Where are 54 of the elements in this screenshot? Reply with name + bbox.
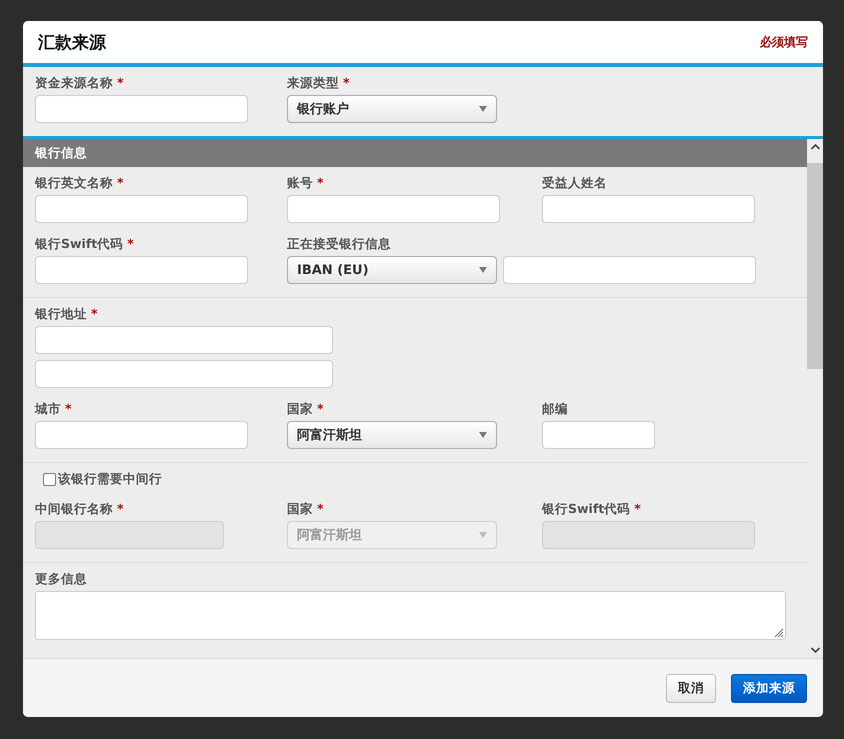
caret-icon	[479, 106, 487, 112]
caret-icon	[479, 432, 487, 438]
required-mark: *	[317, 175, 324, 190]
text-field[interactable]	[542, 195, 755, 223]
field-label: 国家	[287, 401, 313, 416]
scroll-up-icon[interactable]	[810, 143, 821, 151]
required-mark: *	[117, 175, 124, 190]
text-field[interactable]	[35, 256, 248, 284]
select-field[interactable]: 银行账户	[287, 95, 497, 123]
field-label: 正在接受银行信息	[287, 236, 391, 251]
field-label: 资金来源名称	[35, 75, 113, 90]
cancel-button[interactable]: 取消	[666, 674, 716, 702]
add-button[interactable]: 添加来源	[731, 674, 807, 702]
field-label: 城市	[35, 401, 61, 416]
field-label: 账号	[287, 175, 313, 190]
required-mark: *	[127, 236, 134, 251]
required-mark: *	[343, 75, 350, 90]
field-label: 更多信息	[35, 571, 87, 586]
field-label: 银行地址	[35, 306, 87, 321]
checkbox[interactable]	[43, 473, 56, 486]
select-field[interactable]: IBAN (EU)	[287, 256, 497, 284]
text-field[interactable]	[35, 421, 248, 449]
text-field[interactable]	[287, 195, 500, 223]
dialog-title: 汇款来源	[38, 32, 106, 54]
field-label: 国家	[287, 501, 313, 516]
field-label: 银行Swift代码	[542, 501, 630, 516]
checkbox-label: 该银行需要中间行	[58, 471, 162, 488]
select-field[interactable]: 阿富汗斯坦	[287, 421, 497, 449]
field-label: 受益人姓名	[542, 175, 607, 190]
section-header: 银行信息	[23, 139, 807, 167]
required-note: 必须填写	[760, 34, 808, 50]
text-field[interactable]	[35, 195, 248, 223]
required-mark: *	[117, 75, 124, 90]
text-field[interactable]	[35, 360, 333, 388]
field-label: 来源类型	[287, 75, 339, 90]
required-mark: *	[65, 401, 72, 416]
text-field[interactable]	[503, 256, 756, 284]
required-mark: *	[317, 501, 324, 516]
field-label: 银行Swift代码	[35, 236, 124, 251]
scroll-down-icon[interactable]	[810, 646, 821, 654]
required-mark: *	[117, 501, 124, 516]
text-field[interactable]	[35, 326, 333, 354]
text-field[interactable]	[542, 421, 655, 449]
caret-icon	[479, 267, 487, 273]
text-field[interactable]	[35, 95, 248, 123]
field-label: 银行英文名称	[35, 175, 113, 190]
scroll-thumb[interactable]	[807, 163, 823, 369]
caret-icon	[479, 532, 487, 538]
required-mark: *	[634, 501, 641, 516]
required-mark: *	[317, 401, 324, 416]
field-label: 邮编	[542, 401, 568, 416]
field-label: 中间银行名称	[35, 501, 113, 516]
resize-grip-icon[interactable]	[772, 626, 784, 638]
required-mark: *	[91, 306, 98, 321]
